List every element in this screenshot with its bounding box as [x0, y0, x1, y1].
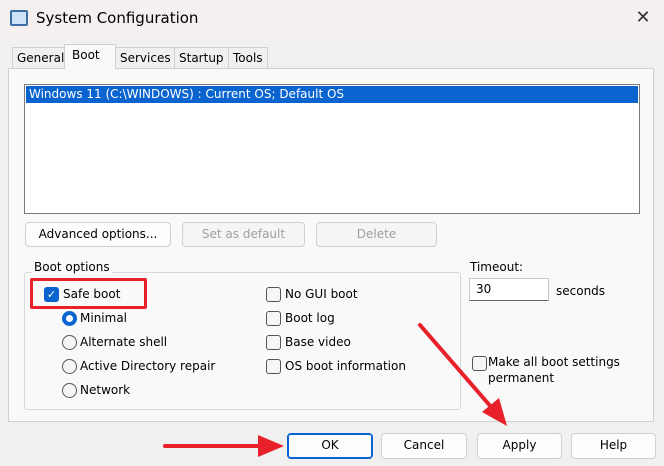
arrow-to-apply-icon: [418, 323, 507, 426]
arrow-to-ok-icon: [163, 435, 284, 457]
annotation-arrows: [163, 323, 507, 457]
tab-boot[interactable]: Boot: [64, 44, 116, 69]
